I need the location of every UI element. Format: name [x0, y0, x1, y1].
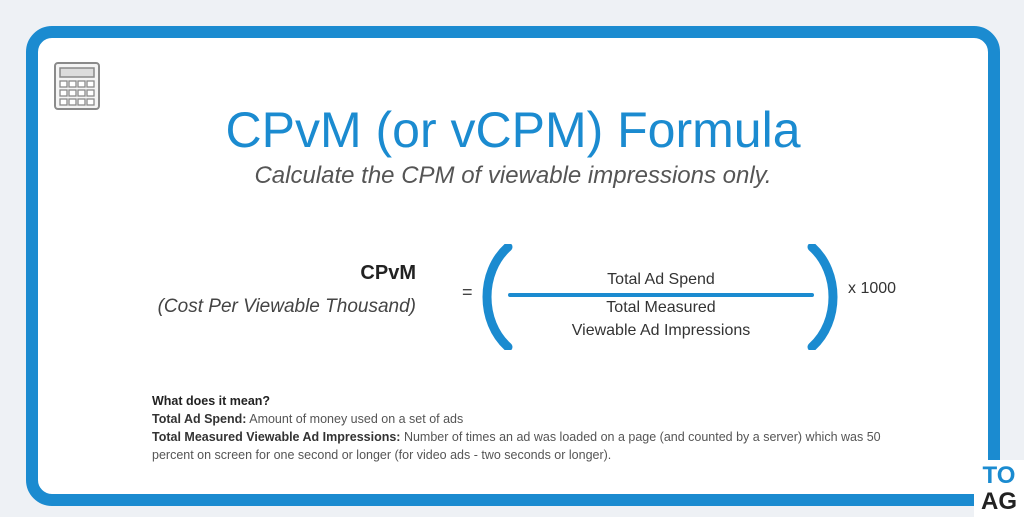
denominator-line-1: Total Measured [606, 299, 716, 316]
brand-logo: TO AG [974, 460, 1024, 517]
definitions-block: What does it mean? Total Ad Spend: Amoun… [152, 392, 912, 464]
formula-lhs-label: CPvM [360, 262, 416, 284]
definition-term: Total Measured Viewable Ad Impressions: [152, 430, 401, 444]
equals-sign: = [462, 282, 473, 302]
formula-denominator: Total Measured Viewable Ad Impressions [508, 296, 814, 342]
formula-multiplier: x 1000 [848, 280, 897, 297]
definition-text: Amount of money used on a set of ads [249, 412, 464, 426]
formula-card: CPvM (or vCPM) Formula Calculate the CPM… [26, 26, 1000, 506]
definition-viewable-impressions: Total Measured Viewable Ad Impressions: … [152, 428, 912, 464]
definition-term: Total Ad Spend: [152, 412, 247, 426]
logo-line-1: TO [982, 462, 1016, 489]
page-title: CPvM (or vCPM) Formula [225, 102, 801, 158]
right-parenthesis [807, 244, 838, 350]
formula-numerator: Total Ad Spend [607, 271, 715, 288]
definitions-heading: What does it mean? [152, 394, 271, 408]
formula-lhs-description: (Cost Per Viewable Thousand) [157, 296, 416, 317]
logo-line-2: AG [981, 488, 1017, 515]
definition-total-ad-spend: Total Ad Spend: Amount of money used on … [152, 410, 912, 428]
page-subtitle: Calculate the CPM of viewable impression… [254, 162, 772, 189]
denominator-line-2: Viewable Ad Impressions [571, 322, 751, 339]
